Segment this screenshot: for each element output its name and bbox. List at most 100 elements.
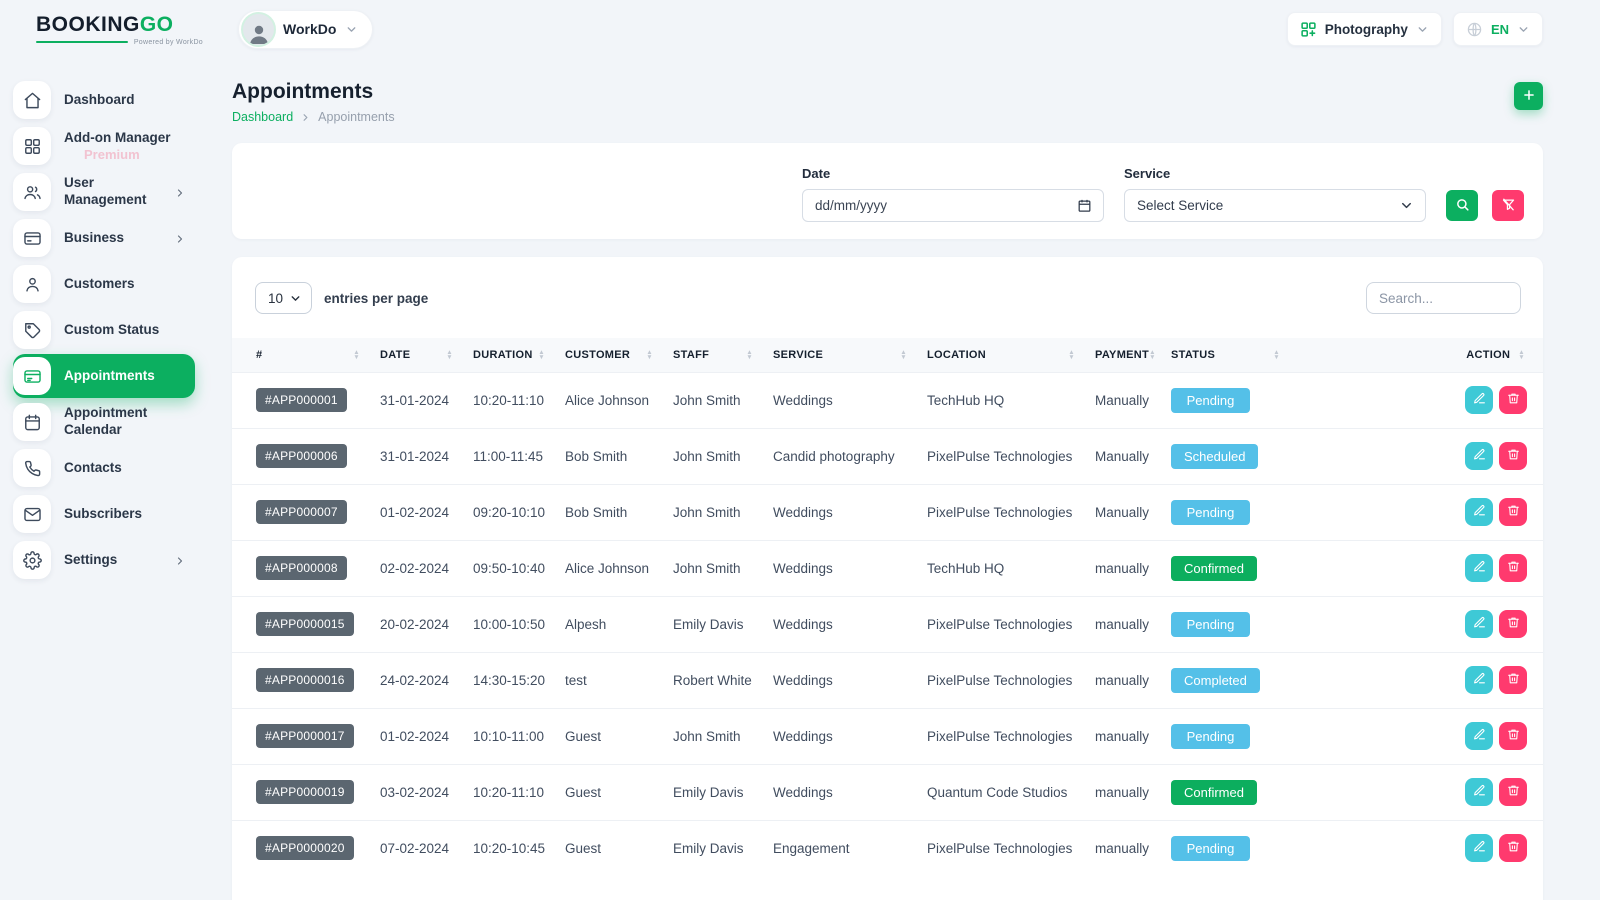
table-row: #APP000001701-02-202410:10-11:00GuestJoh… [232, 708, 1543, 764]
sidebar-item-dashboard[interactable]: Dashboard [13, 78, 195, 122]
edit-button[interactable] [1465, 386, 1493, 414]
cell-customer: Guest [555, 764, 663, 820]
plus-icon [1522, 88, 1536, 105]
add-appointment-button[interactable] [1514, 82, 1543, 110]
edit-button[interactable] [1465, 610, 1493, 638]
edit-button[interactable] [1465, 778, 1493, 806]
cell-location: TechHub HQ [917, 540, 1085, 596]
column-header-action[interactable]: ACTION▲▼ [1290, 338, 1543, 372]
language-switcher[interactable]: EN [1453, 12, 1543, 46]
edit-button[interactable] [1465, 554, 1493, 582]
delete-button[interactable] [1499, 722, 1527, 750]
column-header-staff[interactable]: STAFF▲▼ [663, 338, 763, 372]
date-input[interactable] [815, 198, 1091, 213]
column-header-customer[interactable]: CUSTOMER▲▼ [555, 338, 663, 372]
sidebar-item-label: Customers [64, 276, 135, 293]
sidebar-item-label: Appointments [64, 368, 155, 385]
edit-icon [1473, 616, 1486, 632]
edit-button[interactable] [1465, 498, 1493, 526]
sort-icon: ▲▼ [746, 350, 753, 360]
status-badge: Pending [1171, 500, 1250, 525]
breadcrumb-dashboard-link[interactable]: Dashboard [232, 110, 293, 124]
sidebar: DashboardAdd-on ManagerPremiumUser Manag… [0, 58, 203, 900]
status-badge: Pending [1171, 836, 1250, 861]
status-badge: Pending [1171, 724, 1250, 749]
gear-icon [13, 541, 51, 579]
sidebar-item-user-management[interactable]: User Management [13, 170, 195, 214]
cell-location: PixelPulse Technologies [917, 820, 1085, 876]
chevron-right-icon [174, 232, 186, 244]
column-header-payment[interactable]: PAYMENT▲▼ [1085, 338, 1161, 372]
sidebar-item-custom-status[interactable]: Custom Status [13, 308, 195, 352]
service-filter-label: Service [1124, 166, 1426, 181]
filter-reset-button[interactable] [1492, 190, 1524, 221]
column-header-id[interactable]: #▲▼ [232, 338, 370, 372]
sidebar-item-label: Custom Status [64, 322, 159, 339]
table-row: #APP000001624-02-202414:30-15:20testRobe… [232, 652, 1543, 708]
appointment-id-badge: #APP0000016 [256, 668, 354, 692]
sidebar-item-subscribers[interactable]: Subscribers [13, 492, 195, 536]
powered-by-label: Powered by WorkDo [134, 39, 203, 46]
service-select[interactable]: Select Service [1124, 189, 1426, 222]
trash-icon [1507, 448, 1520, 464]
cell-service: Weddings [763, 596, 917, 652]
credit-card-icon [13, 219, 51, 257]
cell-duration: 10:20-11:10 [463, 764, 555, 820]
cell-staff: John Smith [663, 372, 763, 428]
sidebar-item-appointment-calendar[interactable]: Appointment Calendar [13, 400, 195, 444]
column-header-location[interactable]: LOCATION▲▼ [917, 338, 1085, 372]
table-row: #APP00000131-01-202410:20-11:10Alice Joh… [232, 372, 1543, 428]
cell-customer: Bob Smith [555, 428, 663, 484]
sidebar-item-appointments[interactable]: Appointments [13, 354, 195, 398]
chevron-right-icon [174, 186, 186, 198]
sidebar-item-business[interactable]: Business [13, 216, 195, 260]
brand-logo[interactable]: BOOKINGGO Powered by WorkDo [36, 13, 203, 46]
status-badge: Scheduled [1171, 444, 1258, 469]
column-header-date[interactable]: DATE▲▼ [370, 338, 463, 372]
filter-search-button[interactable] [1446, 190, 1478, 221]
module-switcher[interactable]: Photography [1287, 12, 1442, 46]
cell-staff: Emily Davis [663, 596, 763, 652]
delete-button[interactable] [1499, 610, 1527, 638]
cell-customer: Alice Johnson [555, 372, 663, 428]
sidebar-item-add-on-manager[interactable]: Add-on ManagerPremium [13, 124, 195, 168]
date-filter-input[interactable] [802, 189, 1104, 222]
cell-date: 31-01-2024 [370, 372, 463, 428]
sidebar-item-label: Business [64, 230, 124, 247]
cell-date: 07-02-2024 [370, 820, 463, 876]
sort-icon: ▲▼ [1068, 350, 1075, 360]
page-title: Appointments [232, 80, 395, 104]
sidebar-item-contacts[interactable]: Contacts [13, 446, 195, 490]
column-header-service[interactable]: SERVICE▲▼ [763, 338, 917, 372]
edit-button[interactable] [1465, 722, 1493, 750]
cell-duration: 09:50-10:40 [463, 540, 555, 596]
delete-button[interactable] [1499, 778, 1527, 806]
trash-icon [1507, 560, 1520, 576]
edit-button[interactable] [1465, 442, 1493, 470]
table-search-input[interactable] [1366, 282, 1521, 314]
sidebar-item-customers[interactable]: Customers [13, 262, 195, 306]
delete-button[interactable] [1499, 442, 1527, 470]
column-header-duration[interactable]: DURATION▲▼ [463, 338, 555, 372]
cell-payment: manually [1085, 596, 1161, 652]
delete-button[interactable] [1499, 386, 1527, 414]
status-badge: Completed [1171, 668, 1260, 693]
edit-button[interactable] [1465, 834, 1493, 862]
sidebar-item-settings[interactable]: Settings [13, 538, 195, 582]
cell-duration: 10:20-11:10 [463, 372, 555, 428]
main-content: Appointments Dashboard Appointments Date [203, 58, 1600, 900]
trash-icon [1507, 616, 1520, 632]
edit-button[interactable] [1465, 666, 1493, 694]
logo-underline [36, 41, 128, 43]
entries-per-page-select[interactable]: 10 [255, 282, 312, 314]
delete-button[interactable] [1499, 834, 1527, 862]
delete-button[interactable] [1499, 498, 1527, 526]
delete-button[interactable] [1499, 666, 1527, 694]
delete-button[interactable] [1499, 554, 1527, 582]
workspace-label: WorkDo [283, 21, 336, 37]
edit-icon [1473, 560, 1486, 576]
workspace-switcher[interactable]: WorkDo [238, 10, 373, 49]
edit-icon [1473, 728, 1486, 744]
column-header-status[interactable]: STATUS▲▼ [1161, 338, 1290, 372]
cell-staff: John Smith [663, 484, 763, 540]
